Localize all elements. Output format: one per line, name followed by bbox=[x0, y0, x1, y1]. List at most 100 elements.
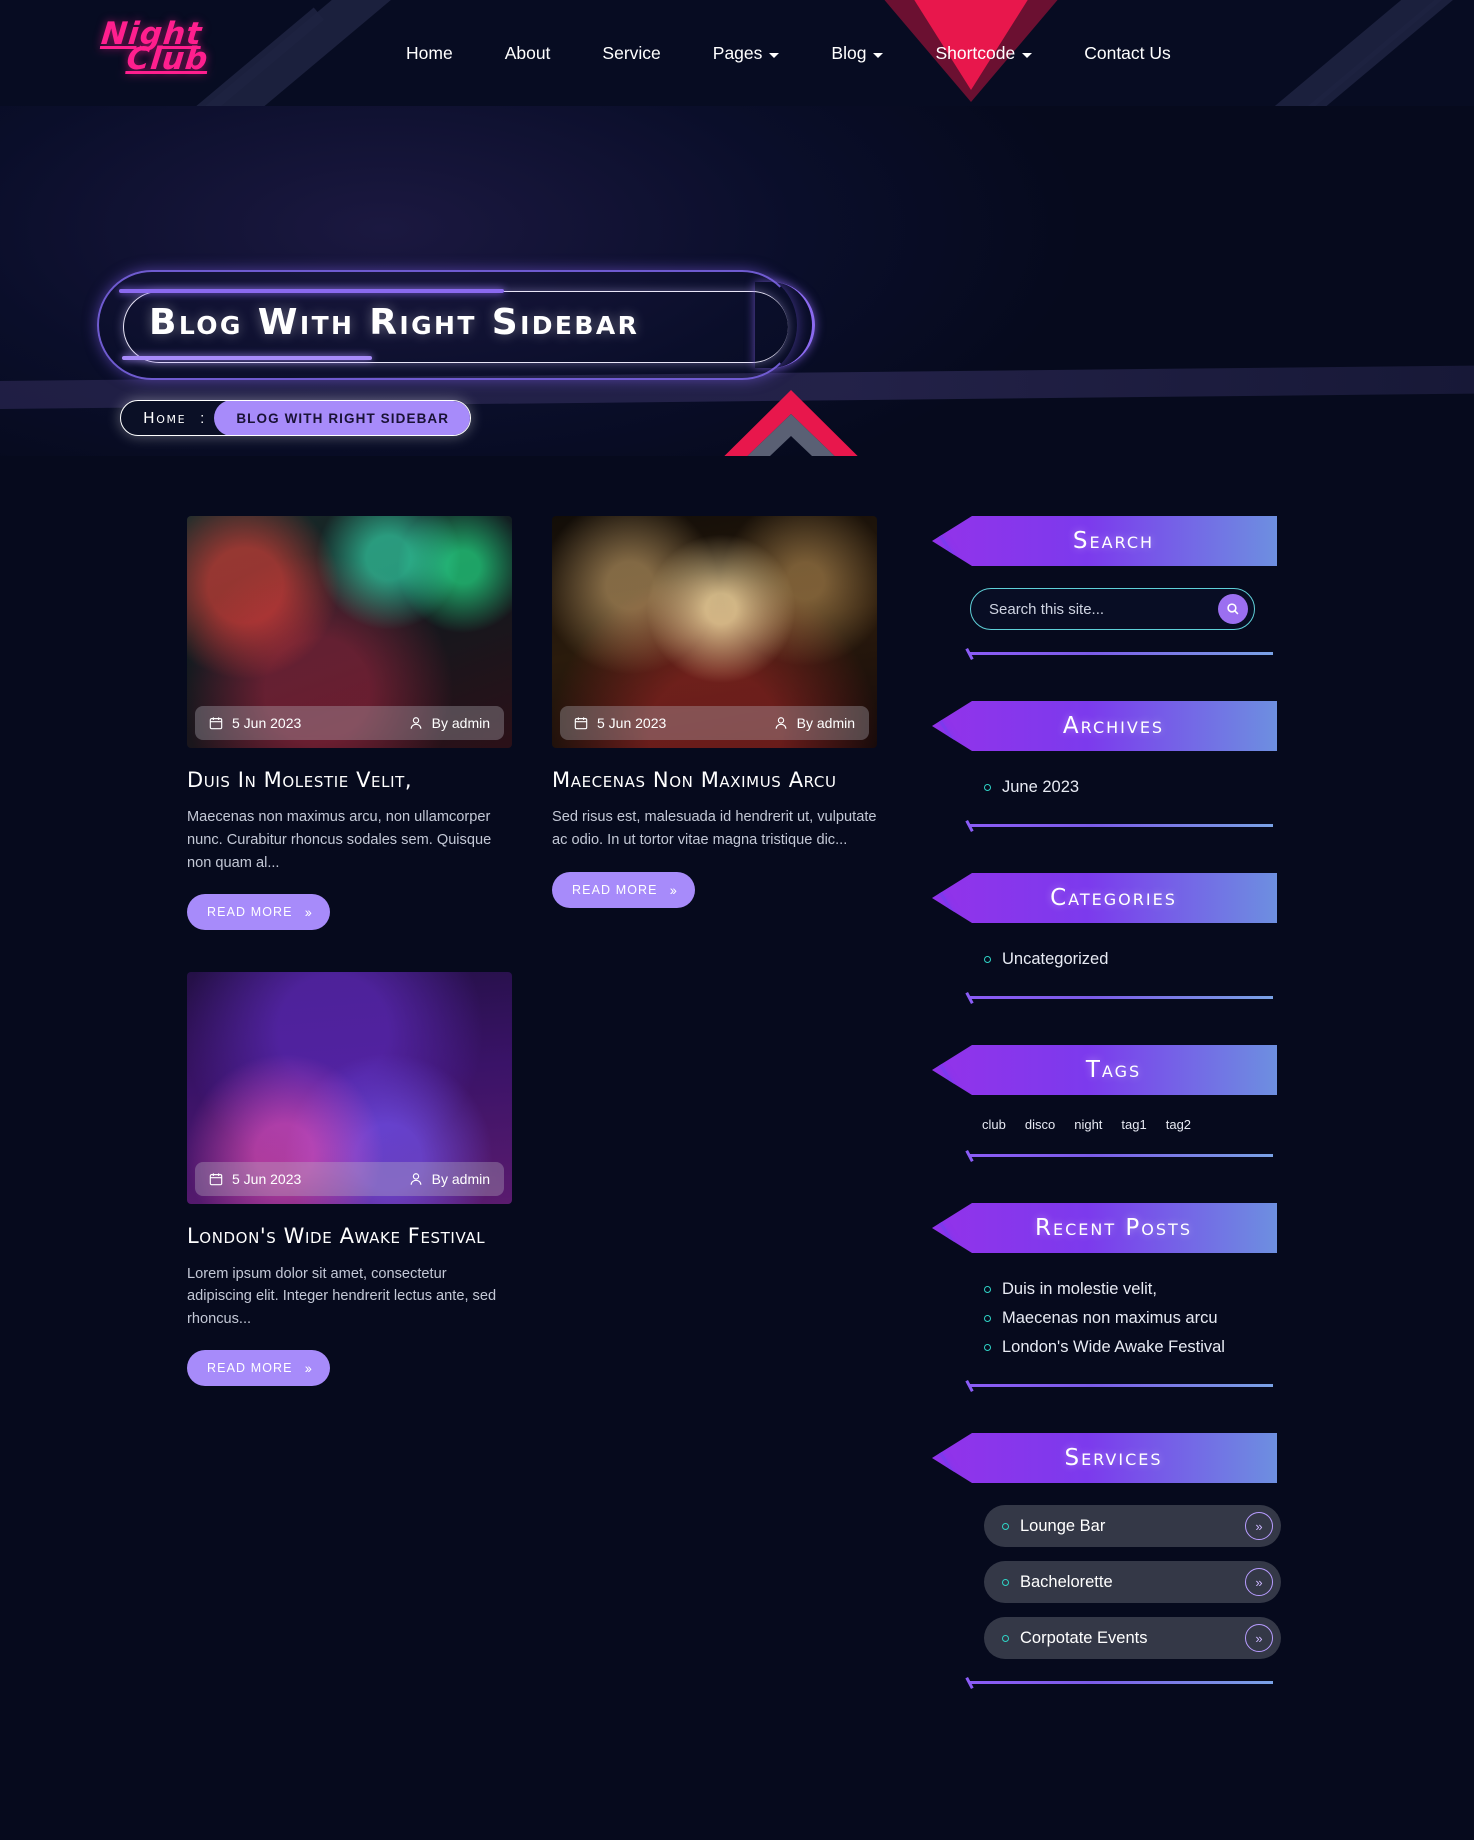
nav-item-pages[interactable]: Pages bbox=[687, 43, 806, 64]
tag-link[interactable]: club bbox=[982, 1117, 1006, 1132]
read-more-button[interactable]: READ MORE ›› bbox=[552, 871, 695, 908]
list-item[interactable]: Duis in molestie velit, bbox=[968, 1275, 1273, 1304]
service-label: Lounge Bar bbox=[1020, 1516, 1106, 1535]
widget-body: Duis in molestie velit, Maecenas non max… bbox=[932, 1253, 1277, 1387]
nav-item-service[interactable]: Service bbox=[576, 43, 686, 64]
circle-bullet-icon bbox=[1002, 1522, 1009, 1530]
list-item[interactable]: London's Wide Awake Festival bbox=[968, 1333, 1273, 1362]
post-title[interactable]: Maecenas non maximus arcu bbox=[552, 766, 877, 794]
widget-title: Archives bbox=[1062, 713, 1165, 739]
double-chevron-right-icon[interactable]: » bbox=[1245, 1512, 1273, 1540]
user-icon bbox=[409, 716, 423, 730]
nav-label: About bbox=[504, 42, 551, 63]
post-card[interactable]: 5 Jun 2023 By admin Maecenas non max bbox=[552, 516, 877, 930]
search-submit-button[interactable] bbox=[1218, 594, 1248, 624]
title-neon-dash-bottom bbox=[122, 356, 372, 360]
read-more-button[interactable]: READ MORE ›› bbox=[187, 1350, 330, 1387]
widget-title: Tags bbox=[1085, 1057, 1142, 1083]
service-item[interactable]: Bachelorette » bbox=[984, 1561, 1281, 1603]
double-chevron-right-icon: ›› bbox=[669, 881, 677, 898]
widget-divider bbox=[970, 996, 1273, 999]
service-item[interactable]: Corpotate Events » bbox=[984, 1617, 1281, 1659]
calendar-icon bbox=[209, 716, 223, 730]
post-date: 5 Jun 2023 bbox=[574, 715, 666, 731]
circle-bullet-icon bbox=[1002, 1578, 1009, 1586]
widget-header-tick bbox=[932, 705, 963, 751]
nav-item-home[interactable]: Home bbox=[380, 43, 479, 64]
list-item-label: June 2023 bbox=[1002, 778, 1080, 796]
circle-bullet-icon bbox=[984, 1315, 991, 1322]
widget-divider bbox=[970, 1681, 1273, 1684]
widget-body: Lounge Bar » Bachelorette » Corpotate Ev… bbox=[932, 1483, 1281, 1684]
search-form[interactable] bbox=[970, 588, 1255, 630]
tag-link[interactable]: night bbox=[1074, 1117, 1102, 1132]
list-item[interactable]: Maecenas non maximus arcu bbox=[968, 1304, 1273, 1333]
list-item[interactable]: June 2023 bbox=[968, 773, 1273, 802]
list-item[interactable]: Uncategorized bbox=[968, 945, 1273, 974]
widget-header: Services bbox=[932, 1433, 1277, 1483]
circle-bullet-icon bbox=[984, 1286, 991, 1293]
tag-cloud: club disco night tag1 tag2 bbox=[968, 1117, 1273, 1132]
post-title[interactable]: Duis in molestie velit, bbox=[187, 766, 512, 794]
post-author: By admin bbox=[774, 715, 855, 731]
post-thumbnail[interactable]: 5 Jun 2023 By admin bbox=[187, 516, 512, 748]
post-date-text: 5 Jun 2023 bbox=[232, 1171, 302, 1188]
nav-item-about[interactable]: About bbox=[479, 43, 577, 64]
main-navigation[interactable]: Home About Service Pages Blog Shortcode … bbox=[380, 0, 1197, 106]
post-author-text: By admin bbox=[431, 715, 490, 731]
widget-body: Uncategorized bbox=[932, 923, 1277, 999]
nav-item-blog[interactable]: Blog bbox=[805, 43, 909, 64]
post-date-text: 5 Jun 2023 bbox=[232, 715, 302, 731]
post-card[interactable]: 5 Jun 2023 By admin Duis in molestie bbox=[187, 516, 512, 931]
widget-services: Services Lounge Bar » Bachelorette » Cor… bbox=[932, 1433, 1281, 1684]
categories-list: Uncategorized bbox=[968, 945, 1273, 974]
post-meta-bar: 5 Jun 2023 By admin bbox=[195, 1162, 504, 1197]
list-item-label: Maecenas non maximus arcu bbox=[1002, 1309, 1218, 1327]
page-title-frame: Blog With Right Sidebar bbox=[97, 270, 815, 380]
post-thumbnail[interactable]: 5 Jun 2023 By admin bbox=[187, 972, 512, 1205]
tag-link[interactable]: disco bbox=[1025, 1117, 1055, 1132]
site-logo[interactable]: Night Club bbox=[97, 16, 212, 77]
list-item-label: Uncategorized bbox=[1002, 950, 1109, 968]
chevron-down-icon bbox=[1022, 52, 1033, 58]
search-input[interactable] bbox=[989, 600, 1218, 618]
double-chevron-right-icon: ›› bbox=[304, 1360, 312, 1377]
nav-label: Contact Us bbox=[1084, 42, 1171, 63]
widget-archives: Archives June 2023 bbox=[932, 701, 1277, 827]
chevron-decoration bbox=[676, 374, 906, 456]
list-item-label: Duis in molestie velit, bbox=[1002, 1280, 1157, 1298]
breadcrumb-separator: : bbox=[200, 409, 205, 427]
post-thumbnail[interactable]: 5 Jun 2023 By admin bbox=[552, 516, 877, 748]
service-label: Corpotate Events bbox=[1020, 1628, 1148, 1647]
recent-posts-list: Duis in molestie velit, Maecenas non max… bbox=[968, 1275, 1273, 1362]
widget-header-tick bbox=[932, 520, 963, 566]
read-more-label: READ MORE bbox=[207, 905, 293, 920]
tag-link[interactable]: tag2 bbox=[1166, 1117, 1191, 1132]
post-card[interactable]: 5 Jun 2023 By admin London's Wide Awake … bbox=[187, 972, 512, 1387]
tag-link[interactable]: tag1 bbox=[1121, 1117, 1146, 1132]
nav-label: Pages bbox=[712, 42, 763, 63]
service-item[interactable]: Lounge Bar » bbox=[984, 1505, 1281, 1547]
circle-bullet-icon bbox=[1002, 1634, 1009, 1642]
widget-header: Search bbox=[932, 516, 1277, 566]
sidebar: Search Search this site... Archives June… bbox=[932, 516, 1281, 1730]
widget-categories: Categories Uncategorized bbox=[932, 873, 1277, 999]
widget-header: Tags bbox=[932, 1045, 1277, 1095]
widget-header: Archives bbox=[932, 701, 1277, 751]
list-item-label: London's Wide Awake Festival bbox=[1002, 1338, 1225, 1356]
widget-recent-posts: Recent Posts Duis in molestie velit, Mae… bbox=[932, 1203, 1277, 1387]
breadcrumb-home-link[interactable]: Home bbox=[121, 401, 200, 435]
nav-item-shortcode[interactable]: Shortcode bbox=[909, 43, 1058, 64]
post-excerpt: Sed risus est, malesuada id hendrerit ut… bbox=[552, 809, 877, 848]
double-chevron-right-icon[interactable]: » bbox=[1245, 1624, 1273, 1652]
nav-item-contact-us[interactable]: Contact Us bbox=[1058, 43, 1197, 64]
nav-label: Blog bbox=[831, 42, 867, 63]
circle-bullet-icon bbox=[984, 956, 991, 963]
read-more-label: READ MORE bbox=[572, 882, 658, 897]
breadcrumb[interactable]: Home : BLOG WITH RIGHT SIDEBAR bbox=[120, 400, 472, 436]
double-chevron-right-icon[interactable]: » bbox=[1245, 1568, 1273, 1596]
post-date: 5 Jun 2023 bbox=[209, 715, 301, 731]
post-title[interactable]: London's Wide Awake Festival bbox=[187, 1222, 512, 1250]
post-meta-bar: 5 Jun 2023 By admin bbox=[560, 706, 869, 740]
read-more-button[interactable]: READ MORE ›› bbox=[187, 894, 330, 931]
